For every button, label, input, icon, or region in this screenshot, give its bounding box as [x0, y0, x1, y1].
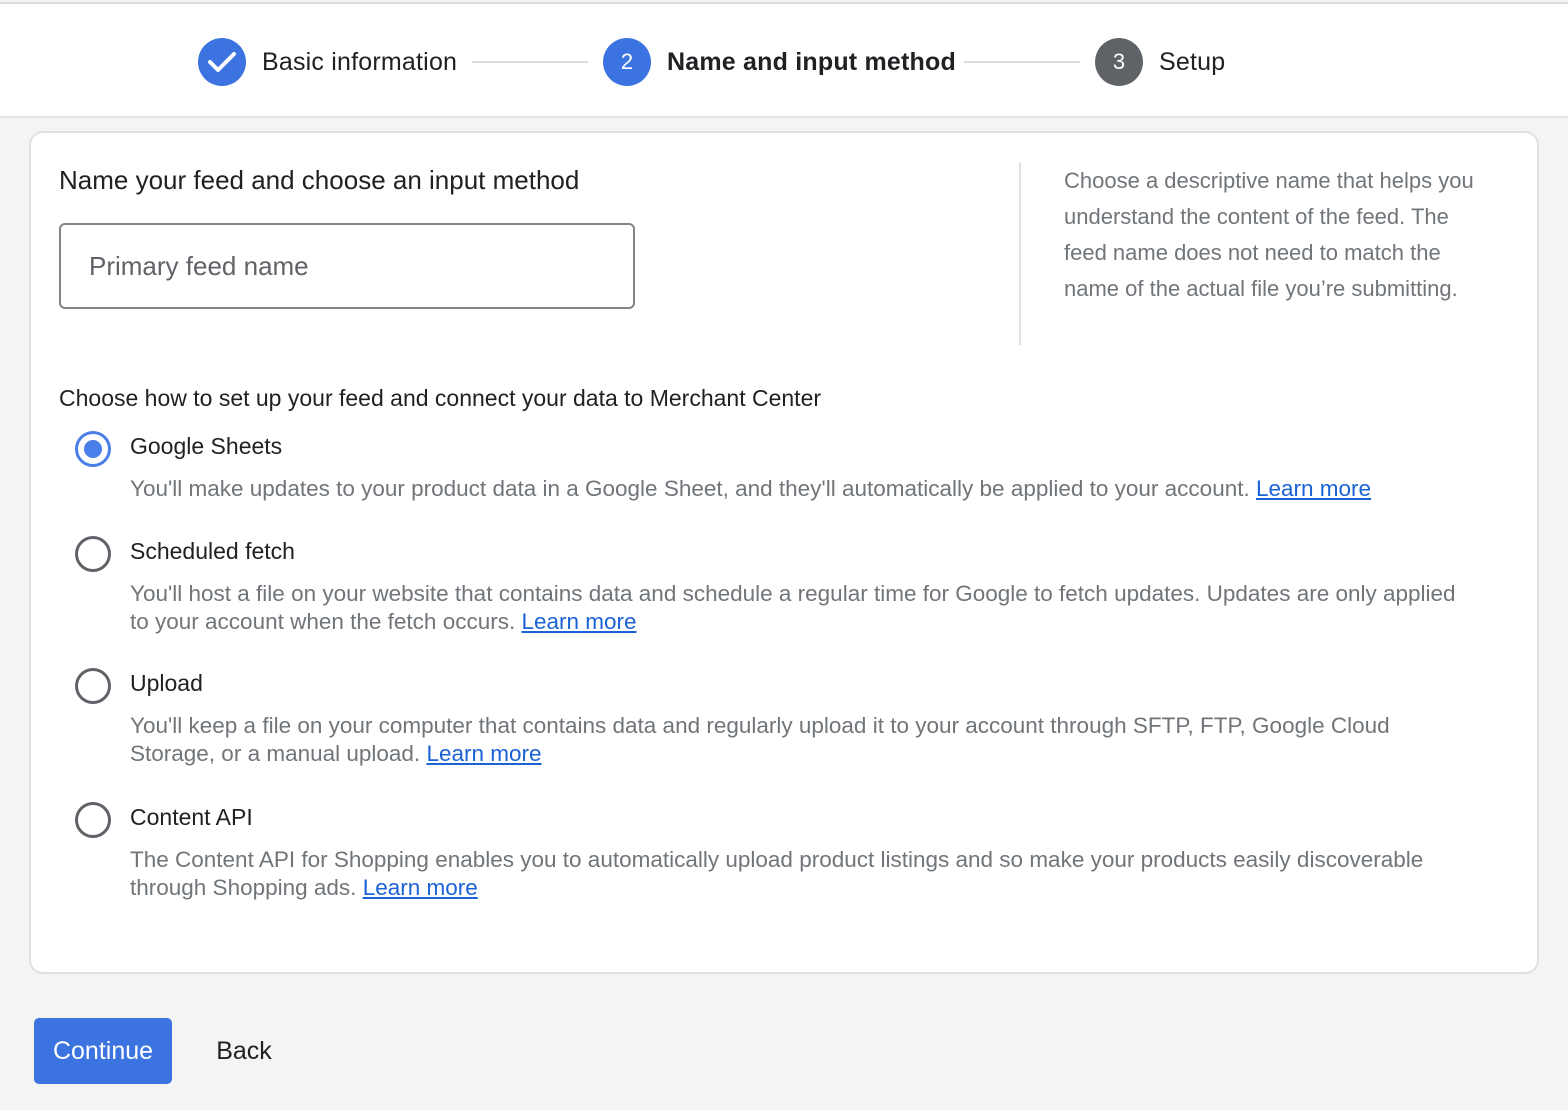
step-number-badge: 3: [1095, 38, 1143, 86]
continue-button[interactable]: Continue: [34, 1018, 172, 1084]
section-title: Name your feed and choose an input metho…: [59, 165, 580, 195]
step-number-badge: 2: [603, 38, 651, 86]
option-description: The Content API for Shopping enables you…: [130, 846, 1460, 902]
stepper: Basic information 2 Name and input metho…: [0, 4, 1568, 118]
step-label: Name and input method: [667, 47, 956, 76]
step-basic-information[interactable]: Basic information: [198, 38, 457, 86]
option-description: You'll host a file on your website that …: [130, 580, 1460, 636]
option-label[interactable]: Content API: [130, 804, 253, 831]
option-label[interactable]: Google Sheets: [130, 433, 282, 460]
step-label: Basic information: [262, 47, 458, 76]
step-setup[interactable]: 3 Setup: [1095, 38, 1225, 86]
step-connector: [964, 61, 1080, 63]
radio-google-sheets[interactable]: [75, 431, 111, 467]
check-icon: [198, 38, 246, 86]
learn-more-link[interactable]: Learn more: [1256, 476, 1371, 501]
step-label: Setup: [1159, 47, 1226, 76]
radio-scheduled-fetch[interactable]: [75, 536, 111, 572]
option-label[interactable]: Upload: [130, 670, 203, 697]
back-button[interactable]: Back: [196, 1018, 292, 1084]
learn-more-link[interactable]: Learn more: [521, 609, 636, 634]
description-text: You'll keep a file on your computer that…: [130, 713, 1390, 766]
description-text: You'll make updates to your product data…: [130, 476, 1250, 501]
feed-setup-card: Name your feed and choose an input metho…: [29, 131, 1539, 974]
radio-content-api[interactable]: [75, 802, 111, 838]
learn-more-link[interactable]: Learn more: [426, 741, 541, 766]
step-name-and-input-method[interactable]: 2 Name and input method: [603, 38, 956, 86]
learn-more-link[interactable]: Learn more: [363, 875, 478, 900]
description-text: The Content API for Shopping enables you…: [130, 847, 1424, 900]
feed-name-help-text: Choose a descriptive name that helps you…: [1064, 168, 1474, 301]
description-text: You'll host a file on your website that …: [130, 581, 1456, 634]
help-divider: [1019, 163, 1021, 345]
option-label[interactable]: Scheduled fetch: [130, 538, 295, 565]
step-connector: [472, 61, 588, 63]
input-method-question: Choose how to set up your feed and conne…: [59, 385, 822, 411]
option-description: You'll keep a file on your computer that…: [130, 712, 1460, 768]
option-description: You'll make updates to your product data…: [130, 475, 1460, 503]
radio-upload[interactable]: [75, 668, 111, 704]
feed-name-input[interactable]: [59, 223, 635, 309]
